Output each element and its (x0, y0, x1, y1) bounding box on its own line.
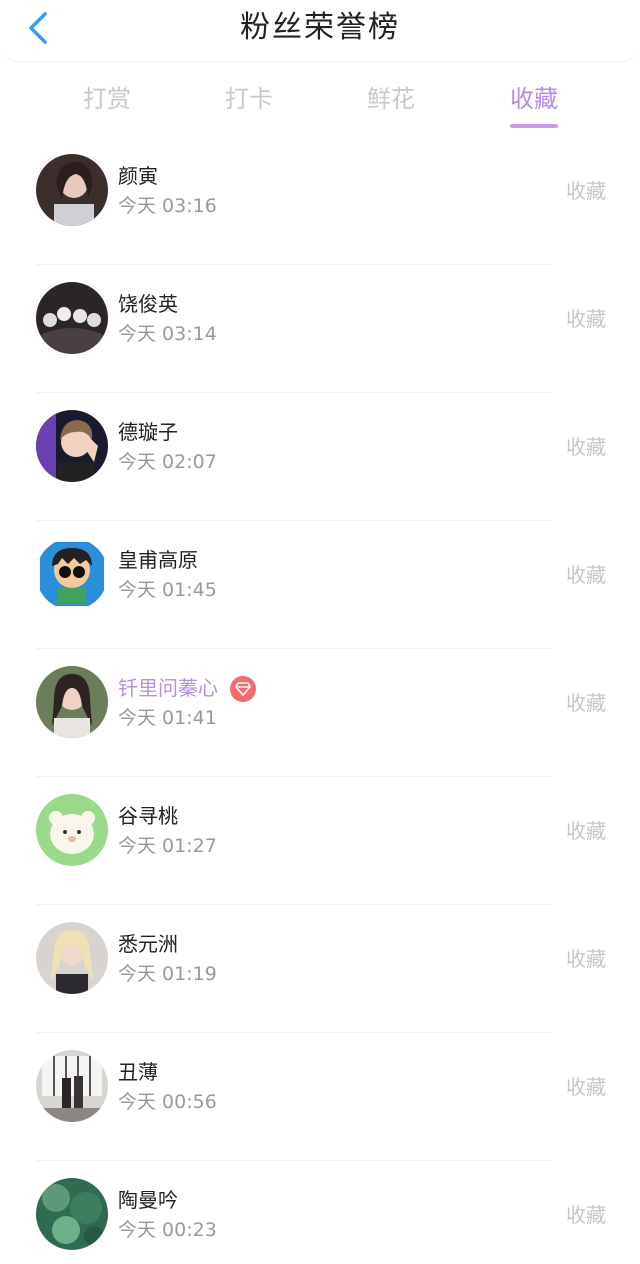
active-tab-indicator (510, 124, 558, 128)
avatar[interactable] (36, 410, 108, 482)
favorite-label[interactable]: 收藏 (566, 560, 606, 590)
fan-time: 今天 03:14 (118, 323, 217, 345)
tab-label: 打卡 (225, 85, 273, 113)
favorite-label[interactable]: 收藏 (566, 688, 606, 718)
avatar[interactable] (36, 154, 108, 226)
avatar[interactable] (36, 1050, 108, 1122)
avatar-image (36, 538, 108, 610)
fan-time: 今天 01:19 (118, 963, 217, 985)
divider (36, 1160, 550, 1161)
vip-diamond-icon (230, 676, 256, 702)
list-item[interactable]: 德璇子今天 02:07 收藏 (0, 392, 640, 532)
tab-label: 鲜花 (367, 85, 415, 113)
fan-name: 德璇子 (118, 420, 178, 444)
fan-name: 钎里问蓁心 (118, 676, 218, 700)
fan-name: 悉元洲 (118, 932, 178, 956)
avatar-image (36, 282, 108, 354)
fan-name: 皇甫高原 (118, 548, 198, 572)
tab-favorites[interactable]: 收藏 (479, 74, 589, 130)
fan-time: 今天 01:27 (118, 835, 217, 857)
divider (36, 776, 550, 777)
favorite-label[interactable]: 收藏 (566, 304, 606, 334)
avatar[interactable] (36, 794, 108, 866)
favorite-label[interactable]: 收藏 (566, 432, 606, 462)
fan-time: 今天 03:16 (118, 195, 217, 217)
list-item[interactable]: 皇甫高原今天 01:45 收藏 (0, 520, 640, 660)
page-title: 粉丝荣誉榜 (240, 10, 400, 45)
favorite-label[interactable]: 收藏 (566, 816, 606, 846)
avatar[interactable] (36, 922, 108, 994)
divider (36, 520, 550, 521)
tab-reward[interactable]: 打赏 (52, 74, 162, 130)
tab-checkin[interactable]: 打卡 (194, 74, 304, 130)
list-item[interactable]: 丑薄今天 00:56 收藏 (0, 1032, 640, 1172)
avatar[interactable] (36, 1178, 108, 1250)
divider (36, 1032, 550, 1033)
list-item[interactable]: 颜寅今天 03:16 收藏 (0, 148, 640, 276)
favorite-label[interactable]: 收藏 (566, 1072, 606, 1102)
page: 粉丝荣誉榜 打赏 打卡 鲜花 收藏 颜寅 今天 03:16 收藏 饶俊英 今天 03:1… (0, 0, 640, 1264)
tab-label: 收藏 (510, 85, 558, 113)
avatar[interactable] (36, 282, 108, 354)
list-item[interactable]: 钎里问蓁心今天 01:41 收藏 (0, 648, 640, 788)
list-item[interactable]: 饶俊英今天 03:14 收藏 (0, 264, 640, 404)
avatar-image (36, 410, 108, 482)
avatar-image (36, 922, 108, 994)
header-bar: 粉丝荣誉榜 (0, 0, 640, 62)
divider (36, 392, 550, 393)
fan-name: 丑薄 (118, 1060, 158, 1084)
tab-label: 打赏 (83, 85, 131, 113)
avatar-image (36, 666, 108, 738)
list-item[interactable]: 陶曼吟今天 00:23 收藏 (0, 1160, 640, 1264)
fan-time: 今天 00:56 (118, 1091, 217, 1113)
list-item[interactable]: 悉元洲今天 01:19 收藏 (0, 904, 640, 1044)
avatar-image (36, 794, 108, 866)
avatar[interactable] (36, 666, 108, 738)
favorite-label[interactable]: 收藏 (566, 1200, 606, 1230)
tab-bar: 打赏 打卡 鲜花 收藏 (0, 74, 640, 134)
avatar[interactable] (36, 538, 108, 610)
fan-time: 今天 00:23 (118, 1219, 217, 1241)
list-item[interactable]: 谷寻桃今天 01:27 收藏 (0, 776, 640, 916)
tab-flowers[interactable]: 鲜花 (336, 74, 446, 130)
divider (36, 648, 550, 649)
fan-name: 饶俊英 (118, 292, 178, 316)
fan-name: 颜寅 (118, 164, 158, 188)
fan-name: 谷寻桃 (118, 804, 178, 828)
fan-time: 今天 01:41 (118, 707, 217, 729)
favorite-label[interactable]: 收藏 (566, 176, 606, 206)
fan-time: 今天 01:45 (118, 579, 217, 601)
divider (36, 264, 550, 265)
divider (36, 904, 550, 905)
fan-list: 颜寅 今天 03:16 收藏 饶俊英 今天 03:14 收藏 德璇子 今天 02:07 收藏 皇甫… (0, 148, 640, 1264)
fan-time: 今天 02:07 (118, 451, 217, 473)
avatar-image (36, 154, 108, 226)
favorite-label[interactable]: 收藏 (566, 944, 606, 974)
avatar-image (36, 1178, 108, 1250)
fan-name: 陶曼吟 (118, 1188, 178, 1212)
avatar-image (36, 1050, 108, 1122)
